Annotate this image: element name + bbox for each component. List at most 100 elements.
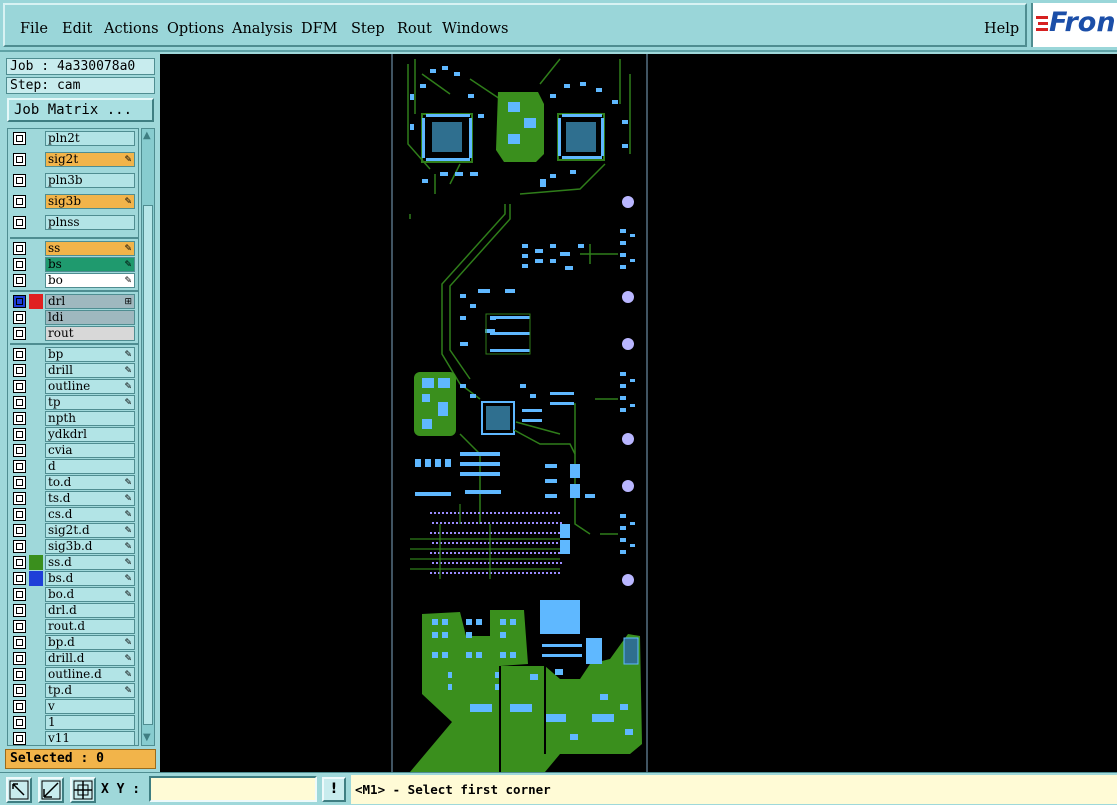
menu-options[interactable]: Options: [167, 21, 224, 37]
layer-name[interactable]: ldi: [45, 310, 135, 325]
layer-checkbox[interactable]: [13, 620, 26, 633]
layer-checkbox[interactable]: [13, 327, 26, 340]
layer-checkbox[interactable]: [13, 700, 26, 713]
measure-button[interactable]: [38, 777, 64, 803]
layer-checkbox[interactable]: [13, 428, 26, 441]
scrollbar-thumb[interactable]: [143, 205, 153, 725]
layer-name[interactable]: ts.d ✎: [45, 491, 135, 506]
scroll-up-icon[interactable]: ▲: [143, 131, 151, 141]
layer-checkbox[interactable]: [13, 364, 26, 377]
layer-checkbox[interactable]: [13, 524, 26, 537]
layer-name[interactable]: npth: [45, 411, 135, 426]
layer-checkbox[interactable]: [13, 668, 26, 681]
layer-color-swatch[interactable]: [29, 571, 43, 586]
layer-checkbox[interactable]: [13, 242, 26, 255]
layer-checkbox[interactable]: [13, 195, 26, 208]
menu-rout[interactable]: Rout: [397, 21, 432, 37]
layer-checkbox[interactable]: [13, 311, 26, 324]
layer-checkbox[interactable]: [13, 153, 26, 166]
layer-checkbox[interactable]: [13, 274, 26, 287]
layer-checkbox[interactable]: [13, 604, 26, 617]
layer-checkbox[interactable]: [13, 572, 26, 585]
layer-name[interactable]: v: [45, 699, 135, 714]
layer-checkbox[interactable]: [13, 258, 26, 271]
layer-name[interactable]: outline ✎: [45, 379, 135, 394]
layer-checkbox[interactable]: [13, 396, 26, 409]
layer-checkbox[interactable]: [13, 652, 26, 665]
layer-name[interactable]: rout.d: [45, 619, 135, 634]
layer-name[interactable]: rout: [45, 326, 135, 341]
menu-help[interactable]: Help: [984, 21, 1019, 37]
layer-name[interactable]: bo ✎: [45, 273, 135, 288]
layer-checkbox[interactable]: [13, 216, 26, 229]
layer-row[interactable]: sig3b ✎: [10, 194, 138, 209]
layer-row[interactable]: outline ✎: [10, 379, 138, 394]
xy-coordinate-input[interactable]: [149, 776, 317, 802]
layer-row[interactable]: ldi: [10, 310, 138, 325]
layer-name[interactable]: cs.d ✎: [45, 507, 135, 522]
layer-checkbox[interactable]: [13, 132, 26, 145]
layer-row[interactable]: ydkdrl: [10, 427, 138, 442]
menu-edit[interactable]: Edit: [62, 21, 92, 37]
layer-name[interactable]: v11: [45, 731, 135, 745]
layer-row[interactable]: tp ✎: [10, 395, 138, 410]
layer-row[interactable]: cs.d ✎: [10, 507, 138, 522]
layer-row[interactable]: cvia: [10, 443, 138, 458]
menu-dfm[interactable]: DFM: [301, 21, 338, 37]
layer-row[interactable]: bs.d ✎: [10, 571, 138, 586]
layer-name[interactable]: ydkdrl: [45, 427, 135, 442]
layer-checkbox[interactable]: [13, 732, 26, 745]
layer-checkbox[interactable]: [13, 540, 26, 553]
message-button[interactable]: !: [322, 777, 346, 802]
layer-name[interactable]: bs ✎: [45, 257, 135, 272]
layer-row[interactable]: drill ✎: [10, 363, 138, 378]
layer-row[interactable]: bs ✎: [10, 257, 138, 272]
layer-checkbox[interactable]: [13, 508, 26, 521]
scroll-down-icon[interactable]: ▼: [143, 733, 151, 743]
layer-row[interactable]: pln2t: [10, 131, 138, 146]
layer-row[interactable]: rout.d: [10, 619, 138, 634]
layer-name[interactable]: pln2t: [45, 131, 135, 146]
layer-row[interactable]: npth: [10, 411, 138, 426]
layer-name[interactable]: sig3b ✎: [45, 194, 135, 209]
layer-row[interactable]: outline.d ✎: [10, 667, 138, 682]
layer-checkbox[interactable]: [13, 556, 26, 569]
layer-row[interactable]: to.d ✎: [10, 475, 138, 490]
layer-row[interactable]: sig2t.d ✎: [10, 523, 138, 538]
layer-name[interactable]: pln3b: [45, 173, 135, 188]
menu-analysis[interactable]: Analysis: [232, 21, 293, 37]
layer-row[interactable]: d: [10, 459, 138, 474]
layer-row[interactable]: v11: [10, 731, 138, 745]
layer-row[interactable]: pln3b: [10, 173, 138, 188]
layer-name[interactable]: sig2t ✎: [45, 152, 135, 167]
menu-actions[interactable]: Actions: [104, 21, 159, 37]
layer-checkbox[interactable]: [13, 412, 26, 425]
layer-row[interactable]: tp.d ✎: [10, 683, 138, 698]
layer-name[interactable]: drill.d ✎: [45, 651, 135, 666]
menu-step[interactable]: Step: [351, 21, 385, 37]
layer-row[interactable]: plnss: [10, 215, 138, 230]
layer-row[interactable]: drl ⊞: [10, 294, 138, 309]
layer-name[interactable]: drl ⊞: [45, 294, 135, 309]
menu-windows[interactable]: Windows: [442, 21, 509, 37]
layer-name[interactable]: plnss: [45, 215, 135, 230]
layer-row[interactable]: rout: [10, 326, 138, 341]
layer-row[interactable]: sig3b.d ✎: [10, 539, 138, 554]
layer-row[interactable]: ss.d ✎: [10, 555, 138, 570]
layer-name[interactable]: outline.d ✎: [45, 667, 135, 682]
layer-checkbox[interactable]: [13, 295, 26, 308]
layer-name[interactable]: d: [45, 459, 135, 474]
layer-checkbox[interactable]: [13, 174, 26, 187]
layer-checkbox[interactable]: [13, 684, 26, 697]
layer-name[interactable]: bo.d ✎: [45, 587, 135, 602]
layer-checkbox[interactable]: [13, 588, 26, 601]
menu-file[interactable]: File: [20, 21, 48, 37]
layer-row[interactable]: drill.d ✎: [10, 651, 138, 666]
layer-name[interactable]: ss.d ✎: [45, 555, 135, 570]
layer-checkbox[interactable]: [13, 476, 26, 489]
layer-name[interactable]: to.d ✎: [45, 475, 135, 490]
layer-row[interactable]: ss ✎: [10, 241, 138, 256]
layer-row[interactable]: ts.d ✎: [10, 491, 138, 506]
layer-name[interactable]: ss ✎: [45, 241, 135, 256]
layer-name[interactable]: sig3b.d ✎: [45, 539, 135, 554]
